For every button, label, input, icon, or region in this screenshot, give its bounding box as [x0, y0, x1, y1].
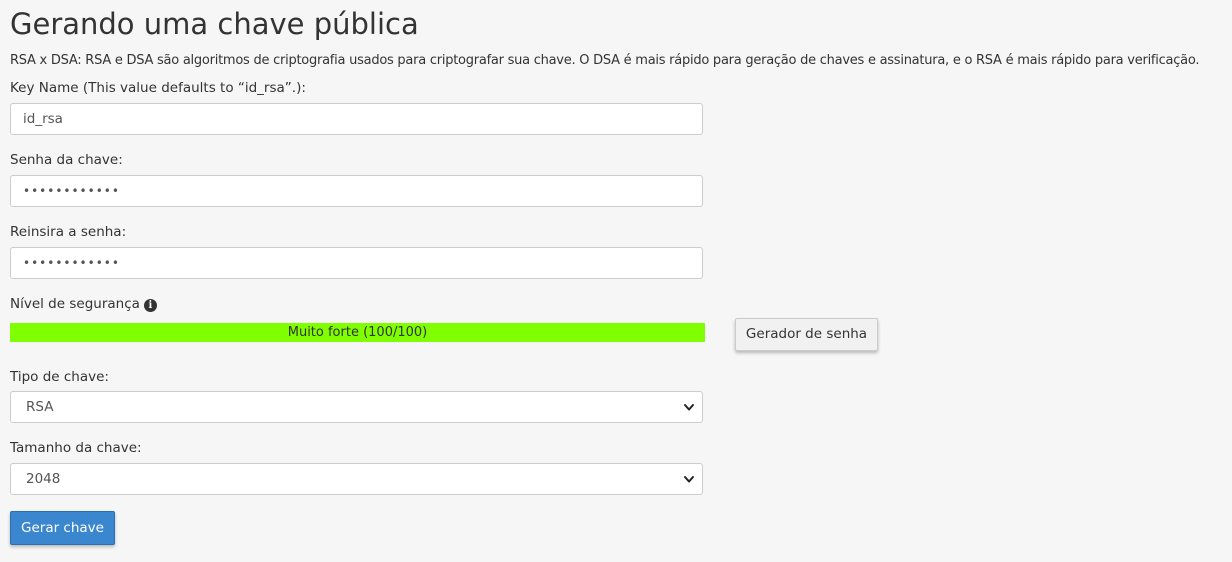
key-password-confirm-input[interactable]	[10, 247, 703, 279]
password-strength-meter: Muito forte (100/100)	[10, 323, 705, 342]
key-size-label: Tamanho da chave:	[10, 440, 142, 456]
security-level-label: Nível de segurança i	[10, 295, 157, 313]
key-type-select[interactable]: RSA	[10, 391, 703, 423]
generate-key-button[interactable]: Gerar chave	[10, 511, 115, 545]
password-strength-text: Muito forte (100/100)	[287, 325, 428, 340]
key-type-selected-value: RSA	[26, 399, 54, 415]
chevron-down-icon	[684, 404, 694, 411]
key-size-selected-value: 2048	[26, 471, 61, 487]
key-password-label: Senha da chave:	[10, 152, 123, 168]
key-password-confirm-label: Reinsira a senha:	[10, 224, 127, 240]
security-level-text: Nível de segurança	[10, 296, 140, 312]
password-generator-button[interactable]: Gerador de senha	[735, 318, 878, 351]
page-title: Gerando uma chave pública	[10, 7, 419, 41]
key-name-label: Key Name (This value defaults to “id_rsa…	[10, 80, 306, 96]
key-size-select[interactable]: 2048	[10, 463, 703, 495]
key-name-input[interactable]	[10, 103, 703, 135]
key-password-input[interactable]	[10, 175, 703, 207]
info-circle-icon[interactable]: i	[143, 299, 157, 312]
page-description: RSA x DSA: RSA e DSA são algoritmos de c…	[10, 53, 1200, 68]
chevron-down-icon	[684, 476, 694, 483]
key-type-label: Tipo de chave:	[10, 369, 109, 385]
